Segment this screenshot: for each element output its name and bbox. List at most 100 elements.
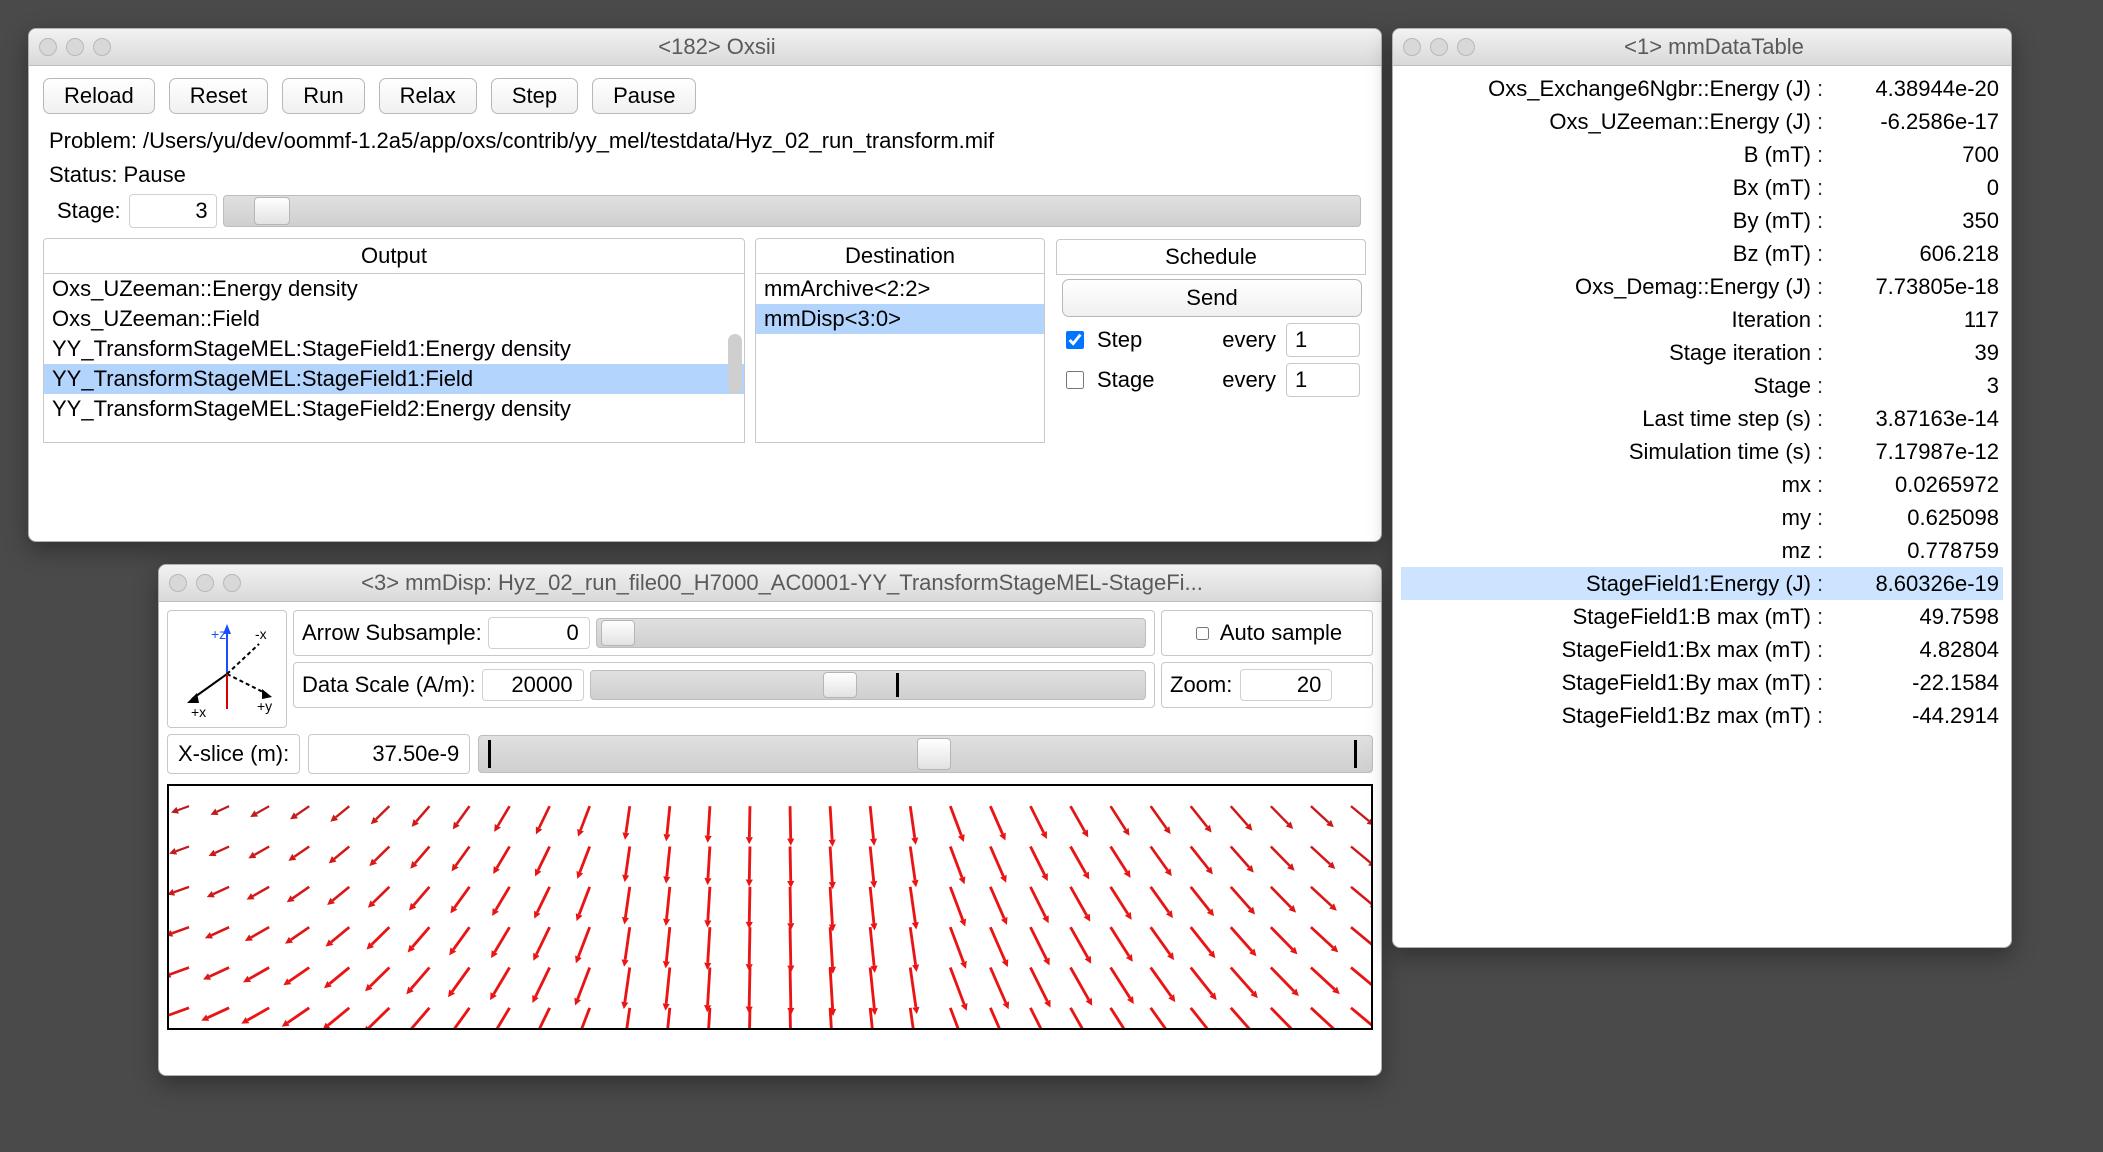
minimize-icon[interactable] — [1430, 38, 1448, 56]
vector-field-canvas[interactable] — [167, 784, 1373, 1030]
data-scale-label: Data Scale (A/m): — [302, 672, 476, 698]
step-button[interactable]: Step — [491, 78, 578, 114]
data-row[interactable]: Oxs_Exchange6Ngbr::Energy (J):4.38944e-2… — [1401, 72, 2003, 105]
data-row-value: 8.60326e-19 — [1829, 571, 1999, 597]
mmdt-titlebar[interactable]: <1> mmDataTable — [1393, 29, 2011, 66]
data-row-key: my — [1405, 505, 1811, 531]
data-row[interactable]: Stage iteration:39 — [1401, 336, 2003, 369]
mmdisp-title: <3> mmDisp: Hyz_02_run_file00_H7000_AC00… — [253, 570, 1311, 596]
data-row[interactable]: Simulation time (s):7.17987e-12 — [1401, 435, 2003, 468]
data-row[interactable]: StageField1:Energy (J):8.60326e-19 — [1401, 567, 2003, 600]
xslice-slider[interactable] — [478, 735, 1373, 773]
data-row-colon: : — [1811, 604, 1829, 630]
data-row-key: Stage iteration — [1405, 340, 1811, 366]
data-row-value: 4.38944e-20 — [1829, 76, 1999, 102]
data-row[interactable]: StageField1:Bz max (mT):-44.2914 — [1401, 699, 2003, 732]
mmdisp-titlebar[interactable]: <3> mmDisp: Hyz_02_run_file00_H7000_AC00… — [159, 565, 1381, 602]
data-row[interactable]: mx:0.0265972 — [1401, 468, 2003, 501]
status-label: Status: — [49, 162, 117, 188]
stage-slider-thumb[interactable] — [254, 197, 290, 225]
data-row[interactable]: Oxs_Demag::Energy (J):7.73805e-18 — [1401, 270, 2003, 303]
data-row-key: Bz (mT) — [1405, 241, 1811, 267]
xslice-thumb[interactable] — [917, 738, 951, 770]
oxsii-title: <182> Oxsii — [123, 34, 1311, 60]
data-row-value: 3.87163e-14 — [1829, 406, 1999, 432]
destination-item[interactable]: mmDisp<3:0> — [756, 304, 1044, 334]
stage-slider[interactable] — [223, 195, 1361, 227]
data-row[interactable]: mz:0.778759 — [1401, 534, 2003, 567]
data-row-key: Simulation time (s) — [1405, 439, 1811, 465]
stage-value[interactable]: 3 — [129, 194, 217, 228]
schedule-step-every-value[interactable]: 1 — [1286, 323, 1360, 357]
zoom-icon[interactable] — [223, 574, 241, 592]
minimize-icon[interactable] — [196, 574, 214, 592]
schedule-step-checkbox[interactable] — [1066, 331, 1084, 349]
data-row[interactable]: By (mT):350 — [1401, 204, 2003, 237]
pause-button[interactable]: Pause — [592, 78, 696, 114]
arrow-subsample-thumb[interactable] — [601, 620, 635, 646]
xslice-tick-right — [1354, 740, 1357, 768]
send-button[interactable]: Send — [1062, 279, 1362, 317]
data-scale-thumb[interactable] — [823, 672, 857, 698]
svg-text:-x: -x — [255, 626, 267, 642]
xslice-value[interactable]: 37.50e-9 — [308, 734, 470, 774]
mmdt-body: Oxs_Exchange6Ngbr::Energy (J): 4.38944e-2… — [1393, 66, 2011, 738]
oxsii-titlebar[interactable]: <182> Oxsii — [29, 29, 1381, 66]
schedule-stage-checkbox[interactable] — [1066, 371, 1084, 389]
data-row[interactable]: B (mT):700 — [1401, 138, 2003, 171]
data-row-colon: : — [1811, 208, 1829, 234]
destination-item[interactable]: mmArchive<2:2> — [756, 274, 1044, 304]
run-button[interactable]: Run — [282, 78, 364, 114]
data-scale-slider[interactable] — [590, 670, 1146, 700]
data-row[interactable]: Oxs_UZeeman::Energy (J):-6.2586e-17 — [1401, 105, 2003, 138]
data-row-key: Last time step (s) — [1405, 406, 1811, 432]
data-row-key: Iteration — [1405, 307, 1811, 333]
data-row-colon: : — [1811, 142, 1829, 168]
output-item[interactable]: Oxs_UZeeman::Field — [44, 304, 744, 334]
data-row-value: 7.17987e-12 — [1829, 439, 1999, 465]
zoom-icon[interactable] — [93, 38, 111, 56]
zoom-value[interactable]: 20 — [1240, 669, 1332, 701]
close-icon[interactable] — [39, 38, 57, 56]
auto-sample-row[interactable]: Auto sample — [1161, 610, 1373, 656]
minimize-icon[interactable] — [66, 38, 84, 56]
axis-diagram[interactable]: +z +y +x -x — [167, 610, 287, 728]
data-row[interactable]: Last time step (s):3.87163e-14 — [1401, 402, 2003, 435]
data-row-colon: : — [1811, 241, 1829, 267]
relax-button[interactable]: Relax — [379, 78, 477, 114]
zoom-icon[interactable] — [1457, 38, 1475, 56]
data-row[interactable]: Bx (mT):0 — [1401, 171, 2003, 204]
data-row-colon: : — [1811, 472, 1829, 498]
arrow-subsample-slider[interactable] — [596, 618, 1146, 648]
data-scale-value[interactable]: 20000 — [482, 669, 584, 701]
data-row-key: Oxs_UZeeman::Energy (J) — [1405, 109, 1811, 135]
output-item[interactable]: YY_TransformStageMEL:StageField1:Energy … — [44, 334, 744, 364]
close-icon[interactable] — [1403, 38, 1421, 56]
output-item[interactable]: YY_TransformStageMEL:StageField1:Field — [44, 364, 744, 394]
data-row-key: Oxs_Exchange6Ngbr::Energy (J) — [1405, 76, 1811, 102]
data-row-colon: : — [1811, 670, 1829, 696]
arrow-subsample-value[interactable]: 0 — [488, 617, 590, 649]
data-row[interactable]: StageField1:B max (mT):49.7598 — [1401, 600, 2003, 633]
close-icon[interactable] — [169, 574, 187, 592]
problem-label: Problem: — [49, 128, 137, 154]
data-row[interactable]: StageField1:By max (mT):-22.1584 — [1401, 666, 2003, 699]
reload-button[interactable]: Reload — [43, 78, 155, 114]
data-row[interactable]: my:0.625098 — [1401, 501, 2003, 534]
data-row[interactable]: StageField1:Bx max (mT):4.82804 — [1401, 633, 2003, 666]
data-row[interactable]: Iteration:117 — [1401, 303, 2003, 336]
output-scrollbar[interactable] — [728, 334, 742, 394]
data-row-value: -44.2914 — [1829, 703, 1999, 729]
schedule-stage-every-value[interactable]: 1 — [1286, 363, 1360, 397]
output-listbox[interactable]: Oxs_UZeeman::Energy densityOxs_UZeeman::… — [43, 274, 745, 443]
data-row-value: 0.625098 — [1829, 505, 1999, 531]
data-row[interactable]: Stage:3 — [1401, 369, 2003, 402]
auto-sample-checkbox[interactable] — [1196, 627, 1209, 640]
output-item[interactable]: YY_TransformStageMEL:StageField2:Energy … — [44, 394, 744, 424]
data-row[interactable]: Bz (mT):606.218 — [1401, 237, 2003, 270]
reset-button[interactable]: Reset — [169, 78, 268, 114]
output-item[interactable]: Oxs_UZeeman::Energy density — [44, 274, 744, 304]
data-row-key: B (mT) — [1405, 142, 1811, 168]
status-value: Pause — [123, 162, 185, 188]
destination-listbox[interactable]: mmArchive<2:2>mmDisp<3:0> — [755, 274, 1045, 443]
